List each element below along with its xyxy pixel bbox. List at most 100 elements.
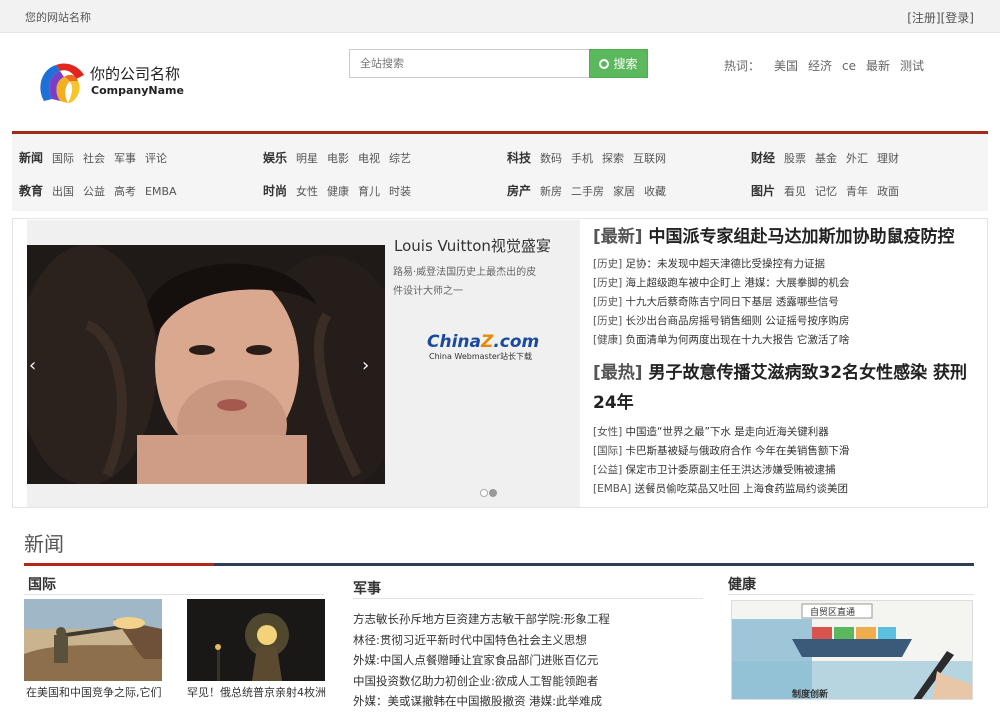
latest-headline[interactable]: [最新] 中国派专家组赴马达加斯加协助鼠疫防控 [593, 222, 983, 252]
list-item[interactable]: [历史] 十九大后蔡奇陈吉宁同日下基层 透露哪些信号 [593, 293, 983, 312]
nav-head[interactable]: 房产 [507, 184, 531, 198]
list-item[interactable]: 中国投资数亿助力初创企业:欲成人工智能领跑者 [353, 671, 610, 692]
list-item[interactable]: [历史] 海上超级跑车被中企盯上 港媒：大展拳脚的机会 [593, 274, 983, 293]
nav-item[interactable]: 电视 [358, 152, 380, 165]
health-thumb[interactable]: 自贸区直通 制度创新 [731, 600, 973, 700]
nav-head[interactable]: 新闻 [19, 151, 43, 165]
list-item[interactable]: 林径:贯彻习近平新时代中国特色社会主义思想 [353, 630, 610, 651]
latest-tag: [最新] [593, 227, 643, 247]
site-name[interactable]: 您的网站名称 [25, 9, 91, 25]
list-item-text: 卡巴斯基被疑与俄政府合作 今年在美销售额下滑 [625, 445, 850, 457]
section-title[interactable]: 新闻 [24, 528, 974, 557]
company-logo-icon[interactable] [34, 57, 86, 109]
list-item[interactable]: [公益] 保定市卫计委原副主任王洪达涉嫌受贿被逮捕 [593, 461, 983, 480]
nav-item[interactable]: 新房 [540, 185, 562, 198]
hot-word[interactable]: 美国 [774, 59, 798, 73]
subsection-title-military[interactable]: 军事 [353, 578, 381, 598]
nav-group-news: 新闻 国际 社会 军事 评论 [19, 149, 176, 166]
nav-item[interactable]: 收藏 [644, 185, 666, 198]
hot-word[interactable]: 最新 [866, 59, 890, 73]
nav-item[interactable]: EMBA [145, 185, 177, 198]
subsection-title-health[interactable]: 健康 [728, 574, 756, 594]
list-item[interactable]: 方志敏长孙斥地方巨资建方志敏干部学院:形象工程 [353, 609, 610, 630]
company-name-cn[interactable]: 你的公司名称 [90, 63, 180, 84]
intl-caption-2[interactable]: 罕见！俄总统普京亲射4枚洲 [187, 684, 326, 700]
slide-photo[interactable] [27, 245, 385, 484]
nav-item[interactable]: 二手房 [571, 185, 604, 198]
search-button[interactable]: 搜索 [589, 49, 648, 78]
health-image-caption-2: 制度创新 [792, 688, 828, 700]
nav-item[interactable]: 数码 [540, 152, 562, 165]
next-slide-arrow[interactable]: › [362, 355, 369, 376]
hot-tag: [最热] [593, 363, 643, 383]
nav-group-fashion: 时尚 女性 健康 育儿 时装 [263, 182, 420, 199]
intl-caption-1[interactable]: 在美国和中国竞争之际,它们 [26, 684, 162, 700]
nav-item[interactable]: 股票 [784, 152, 806, 165]
nav-item[interactable]: 电影 [327, 152, 349, 165]
slide-dot-active[interactable] [489, 489, 497, 497]
chinaz-logo-subtitle: China Webmaster站长下载 [429, 352, 533, 361]
nav-item[interactable]: 健康 [327, 185, 349, 198]
hot-word[interactable]: ce [842, 59, 856, 73]
nav-item[interactable]: 手机 [571, 152, 593, 165]
search-input[interactable] [349, 49, 590, 78]
intl-thumb-2[interactable] [187, 599, 325, 681]
list-item-category: [国际] [593, 445, 623, 457]
nav-item[interactable]: 高考 [114, 185, 136, 198]
list-item-text: 负面清单为何两度出现在十九大报告 它激活了啥 [625, 334, 850, 346]
chinaz-logo-china: China [427, 332, 481, 352]
nav-item[interactable]: 出国 [52, 185, 74, 198]
nav-item[interactable]: 基金 [815, 152, 837, 165]
nav-item[interactable]: 评论 [145, 152, 167, 165]
subsection-title-intl[interactable]: 国际 [28, 574, 56, 594]
nav-item[interactable]: 记忆 [815, 185, 837, 198]
nav-head[interactable]: 科技 [507, 151, 531, 165]
list-item[interactable]: [女性] 中国造“世界之最”下水 是走向近海关键利器 [593, 423, 983, 442]
nav-head[interactable]: 图片 [751, 184, 775, 198]
nav-head[interactable]: 娱乐 [263, 151, 287, 165]
nav-item[interactable]: 家居 [613, 185, 635, 198]
hot-word[interactable]: 测试 [900, 59, 924, 73]
military-news-list: 方志敏长孙斥地方巨资建方志敏干部学院:形象工程 林径:贯彻习近平新时代中国特色社… [353, 609, 610, 712]
nav-item[interactable]: 时装 [389, 185, 411, 198]
nav-item[interactable]: 互联网 [633, 152, 666, 165]
prev-slide-arrow[interactable]: ‹ [29, 355, 36, 376]
list-item[interactable]: [历史] 长沙出台商品房摇号销售细则 公证摇号按序购房 [593, 312, 983, 331]
list-item[interactable]: [EMBA] 送餐员偷吃菜品又吐回 上海食药监局约谈美团 [593, 480, 983, 499]
nav-item[interactable]: 青年 [846, 185, 868, 198]
list-item-category: [公益] [593, 464, 623, 476]
nav-item[interactable]: 社会 [83, 152, 105, 165]
hot-list: [女性] 中国造“世界之最”下水 是走向近海关键利器 [国际] 卡巴斯基被疑与俄… [593, 423, 983, 499]
nav-item[interactable]: 综艺 [389, 152, 411, 165]
nav-item[interactable]: 军事 [114, 152, 136, 165]
nav-item[interactable]: 理财 [877, 152, 899, 165]
list-item[interactable]: 外媒：美或谋撤韩在中国撤股撤资 港媒:此举难成 [353, 691, 610, 712]
nav-item[interactable]: 明星 [296, 152, 318, 165]
nav-head[interactable]: 教育 [19, 184, 43, 198]
list-item-category: [历史] [593, 258, 623, 270]
nav-head[interactable]: 财经 [751, 151, 775, 165]
slide-dot[interactable] [480, 489, 488, 497]
nav-item[interactable]: 国际 [52, 152, 74, 165]
nav-item[interactable]: 看见 [784, 185, 806, 198]
list-item[interactable]: [国际] 卡巴斯基被疑与俄政府合作 今年在美销售额下滑 [593, 442, 983, 461]
nav-item[interactable]: 女性 [296, 185, 318, 198]
nav-head[interactable]: 时尚 [263, 184, 287, 198]
nav-item[interactable]: 探索 [602, 152, 624, 165]
hot-headline[interactable]: [最热] 男子故意传播艾滋病致32名女性感染 获刑24年 [593, 358, 983, 418]
list-item[interactable]: [健康] 负面清单为何两度出现在十九大报告 它激活了啥 [593, 331, 983, 350]
list-item[interactable]: 外媒:中国人点餐赠睡让宜家食品部门进账百亿元 [353, 650, 610, 671]
company-name-en[interactable]: CompanyName [91, 84, 184, 97]
nav-item[interactable]: 育儿 [358, 185, 380, 198]
nav-item[interactable]: 外汇 [846, 152, 868, 165]
register-link[interactable]: [注册] [907, 11, 940, 25]
headline-column: [最新] 中国派专家组赴马达加斯加协助鼠疫防控 [历史] 足协：未发现中超天津德… [593, 219, 983, 499]
intl-thumb-1[interactable] [24, 599, 162, 681]
nav-item[interactable]: 公益 [83, 185, 105, 198]
hot-word[interactable]: 经济 [808, 59, 832, 73]
news-section: 新闻 [24, 528, 974, 566]
nav-item[interactable]: 政面 [877, 185, 899, 198]
list-item[interactable]: [历史] 足协：未发现中超天津德比受操控有力证据 [593, 255, 983, 274]
login-link[interactable]: [登录] [941, 11, 974, 25]
slide-title[interactable]: Louis Vuitton视觉盛宴 [394, 235, 551, 256]
